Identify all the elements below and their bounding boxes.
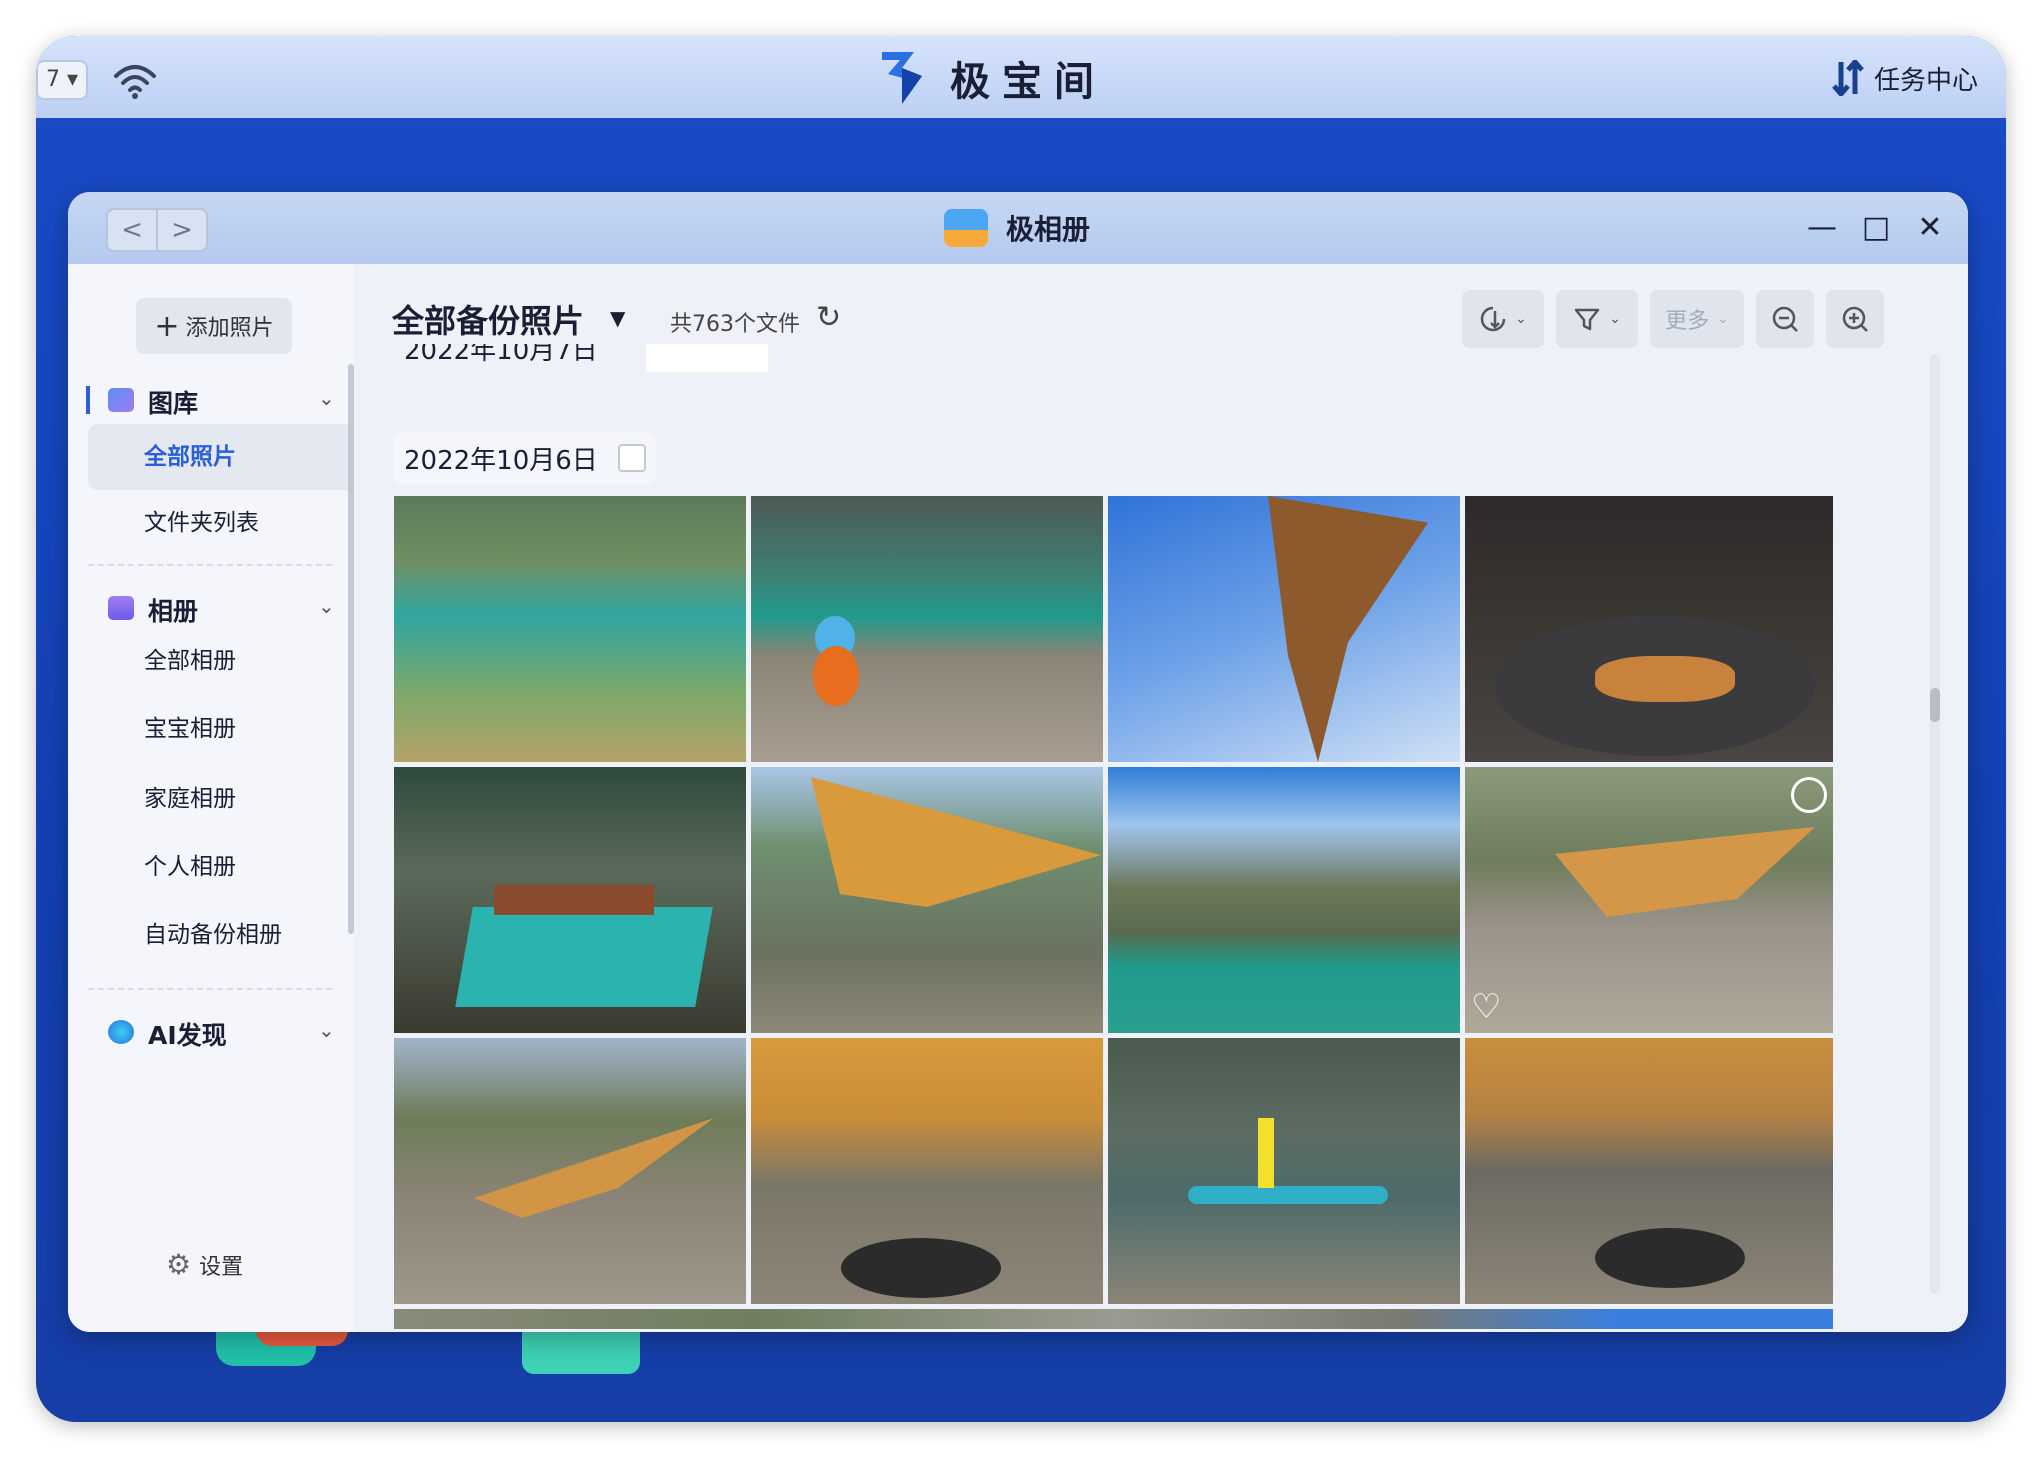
previous-date-label: 2022年10月7日	[404, 344, 598, 366]
caret-down-icon[interactable]: ▼	[610, 306, 625, 330]
settings-button[interactable]: ⚙ 设置	[166, 1248, 243, 1281]
add-photo-label: 添加照片	[185, 316, 274, 341]
main-scrollbar-thumb[interactable]	[1930, 688, 1940, 722]
filter-button[interactable]: ⌄	[1556, 290, 1638, 348]
select-circle-icon[interactable]	[1791, 777, 1827, 813]
photo-tarp-camp-gravel[interactable]: ♡	[1465, 767, 1833, 1033]
more-button[interactable]: 更多 ⌄	[1650, 290, 1744, 348]
gear-icon: ⚙	[166, 1248, 192, 1281]
zoom-in-icon	[1842, 306, 1868, 332]
file-count: 共763个文件	[670, 312, 800, 337]
sidebar-item-baby-album[interactable]: 宝宝相册	[88, 696, 352, 762]
brand: 极宝间	[874, 46, 1106, 110]
task-center-button[interactable]: 任务中心	[1832, 56, 1978, 100]
sidebar-divider	[88, 564, 332, 566]
history-nav: < >	[106, 208, 208, 252]
refresh-icon[interactable]: ↻	[816, 300, 841, 335]
main-scrollbar[interactable]	[1930, 354, 1940, 1294]
sidebar-item-auto-backup-album[interactable]: 自动备份相册	[88, 902, 352, 968]
chevron-down-icon: ⌄	[318, 594, 335, 618]
add-photo-button[interactable]: + 添加照片	[136, 298, 292, 354]
sidebar: + 添加照片 图库 ⌄ 全部照片 文件夹列表 相册 ⌄ 全部相册 宝宝相册 家庭…	[68, 264, 354, 1332]
section-albums-label: 相册	[148, 597, 199, 626]
section-gallery[interactable]: 图库 ⌄	[68, 374, 354, 426]
photo-green-lake-cliffs[interactable]	[1108, 767, 1460, 1033]
filter-icon	[1574, 308, 1600, 331]
nav-forward-button[interactable]: >	[158, 210, 206, 250]
sidebar-item-all-albums[interactable]: 全部相册	[88, 628, 352, 694]
photo-album-app-icon	[944, 209, 988, 247]
sidebar-item-folder-list[interactable]: 文件夹列表	[88, 490, 352, 556]
section-albums[interactable]: 相册 ⌄	[68, 582, 354, 634]
zoom-out-icon	[1772, 306, 1798, 332]
workspace-switch-button[interactable]: 7 ▾	[36, 60, 88, 100]
ai-discover-icon	[108, 1020, 134, 1044]
minimize-button[interactable]: —	[1806, 213, 1838, 246]
date-group-label: 2022年10月6日	[404, 445, 598, 476]
photo-paddleboard-on-lake[interactable]	[1108, 1038, 1460, 1304]
date-group-checkbox[interactable]	[617, 444, 646, 472]
task-center-icon	[1832, 60, 1864, 96]
sidebar-divider	[88, 988, 332, 990]
page-title[interactable]: 全部备份照片	[392, 296, 584, 342]
sidebar-item-family-album[interactable]: 家庭相册	[88, 766, 352, 832]
window-titlebar[interactable]: < > 极相册 — □ ✕	[68, 192, 1968, 264]
section-ai-discover[interactable]: AI发现 ⌄	[68, 1006, 354, 1058]
photo-tent-canopy-sky[interactable]	[1108, 496, 1460, 762]
photo-row-partial[interactable]	[394, 1309, 1833, 1329]
chevron-down-icon: ⌄	[1515, 311, 1527, 327]
top-bar: 7 ▾ 极宝间 任务中心	[36, 36, 2006, 118]
sidebar-item-personal-album[interactable]: 个人相册	[88, 834, 352, 900]
settings-label: 设置	[199, 1254, 244, 1280]
photo-camp-under-tarp-mountains[interactable]	[751, 767, 1103, 1033]
section-gallery-label: 图库	[148, 389, 199, 418]
sort-icon	[1480, 306, 1506, 332]
more-label: 更多	[1665, 309, 1710, 334]
albums-icon	[108, 596, 134, 620]
sort-button[interactable]: ⌄	[1462, 290, 1544, 348]
section-active-indicator	[86, 386, 90, 414]
close-button[interactable]: ✕	[1914, 213, 1946, 246]
date-group-header: 2022年10月6日	[394, 432, 656, 484]
zoom-in-button[interactable]	[1826, 290, 1884, 348]
photo-tarp-camp-wide[interactable]	[394, 1038, 746, 1304]
window-title-text: 极相册	[1006, 213, 1091, 246]
task-center-label: 任务中心	[1873, 65, 1978, 96]
photo-steak-on-grill-pan[interactable]	[1465, 496, 1833, 762]
section-ai-discover-label: AI发现	[148, 1021, 227, 1050]
previous-date-group: 2022年10月7日	[394, 344, 774, 374]
favorite-heart-icon[interactable]: ♡	[1471, 987, 1501, 1027]
maximize-button[interactable]: □	[1860, 213, 1892, 246]
sidebar-item-all-photos[interactable]: 全部照片	[88, 424, 352, 490]
desktop: 7 ▾ 极宝间 任务中心 < > 极相册 — □ ✕ + 添加照片 图库 ⌄ 全…	[36, 36, 2006, 1422]
photo-people-under-tarp[interactable]	[751, 1038, 1103, 1304]
chevron-down-icon: ⌄	[1609, 311, 1621, 327]
window-title: 极相册	[944, 206, 1090, 250]
nav-back-button[interactable]: <	[108, 210, 158, 250]
photo-river-clear-water[interactable]	[394, 496, 746, 762]
main-content: 全部备份照片 ▼ 共763个文件 ↻ ⌄ ⌄ 更多 ⌄ 2022年10月7日 2…	[354, 264, 1968, 1332]
zoom-out-button[interactable]	[1756, 290, 1814, 348]
chevron-down-icon: ⌄	[318, 1018, 335, 1042]
photo-album-window: < > 极相册 — □ ✕ + 添加照片 图库 ⌄ 全部照片 文件夹列表 相册 …	[68, 192, 1968, 1332]
chevron-down-icon: ⌄	[318, 386, 335, 410]
photo-grill-under-tarp[interactable]	[1465, 1038, 1833, 1304]
brand-name: 极宝间	[950, 59, 1106, 105]
gallery-icon	[108, 388, 134, 412]
previous-date-thumbnail[interactable]	[646, 344, 768, 372]
photo-bbq-skewers-grill[interactable]	[394, 767, 746, 1033]
plus-icon: +	[154, 308, 180, 344]
chevron-down-icon: ⌄	[1717, 311, 1729, 327]
brand-logo-icon	[882, 52, 922, 104]
wifi-icon	[114, 65, 156, 99]
photo-squirtle-toy-by-river[interactable]	[751, 496, 1103, 762]
